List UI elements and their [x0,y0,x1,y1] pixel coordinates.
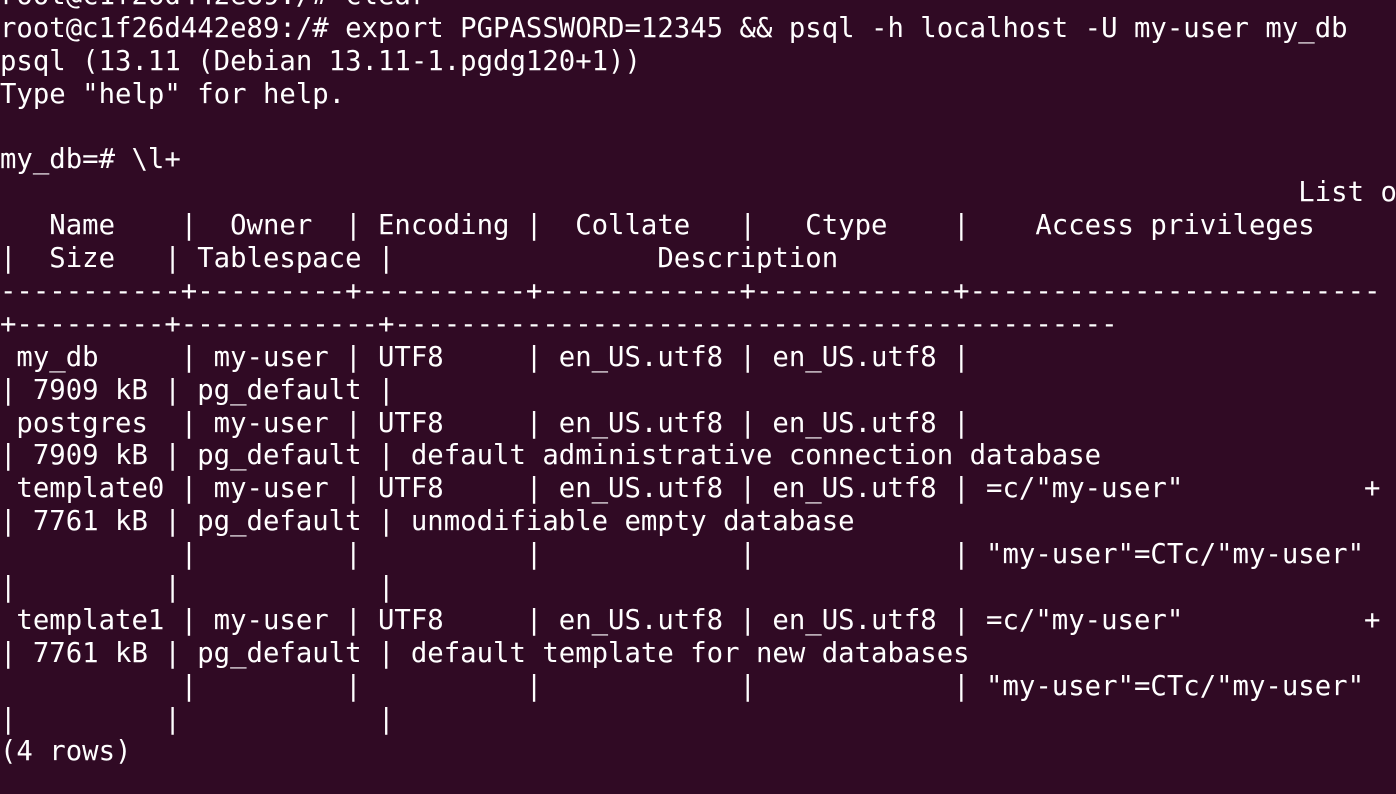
terminal-line-trailing [0,769,1396,794]
table-row-template0-privileges: | | | | | "my-user"=CTc/"my-user" [0,539,1381,571]
row-count: (4 rows) [0,736,132,768]
table-row-template0: template0 | my-user | UTF8 | en_US.utf8 … [0,473,1381,505]
table-row-template1: template1 | my-user | UTF8 | en_US.utf8 … [0,604,1381,636]
table-row-postgres: postgres | my-user | UTF8 | en_US.utf8 |… [0,407,1381,439]
terminal-line-help-hint: Type "help" for help. [0,78,346,110]
table-separator: -----------+---------+----------+-------… [0,276,1381,308]
terminal-line-psql-command: root@c1f26d442e89:/# export PGPASSWORD=1… [0,12,1348,44]
table-row-template0-privileges-wrap: | | | [0,572,411,604]
table-row-template1-wrap: | 7761 kB | pg_default | default templat… [0,637,970,669]
terminal-line-prev-command: root@c1f26d442e89:/# clear [0,0,1396,13]
table-row-template1-privileges: | | | | | "my-user"=CTc/"my-user" [0,670,1381,702]
terminal-output[interactable]: root@c1f26d442e89:/# clearroot@c1f26d442… [0,0,1396,794]
table-row-my-db-wrap: | 7909 kB | pg_default | [0,374,411,406]
table-title: List of databases [1298,177,1396,209]
table-row-template1-privileges-wrap: | | | [0,703,411,735]
table-header-row: Name | Owner | Encoding | Collate | Ctyp… [0,210,1381,242]
terminal-window[interactable]: root@c1f26d442e89:/# clearroot@c1f26d442… [0,0,1396,794]
table-row-template0-wrap: | 7761 kB | pg_default | unmodifiable em… [0,506,855,538]
terminal-line-list-command: my_db=# \l+ [0,144,181,176]
table-separator-wrap: +---------+------------+----------------… [0,308,1118,340]
table-row-postgres-wrap: | 7909 kB | pg_default | default adminis… [0,440,1102,472]
table-row-my-db: my_db | my-user | UTF8 | en_US.utf8 | en… [0,341,1381,373]
table-header-row-wrap: | Size | Tablespace | Description [0,243,1118,275]
terminal-line-psql-version: psql (13.11 (Debian 13.11-1.pgdg120+1)) [0,45,641,77]
